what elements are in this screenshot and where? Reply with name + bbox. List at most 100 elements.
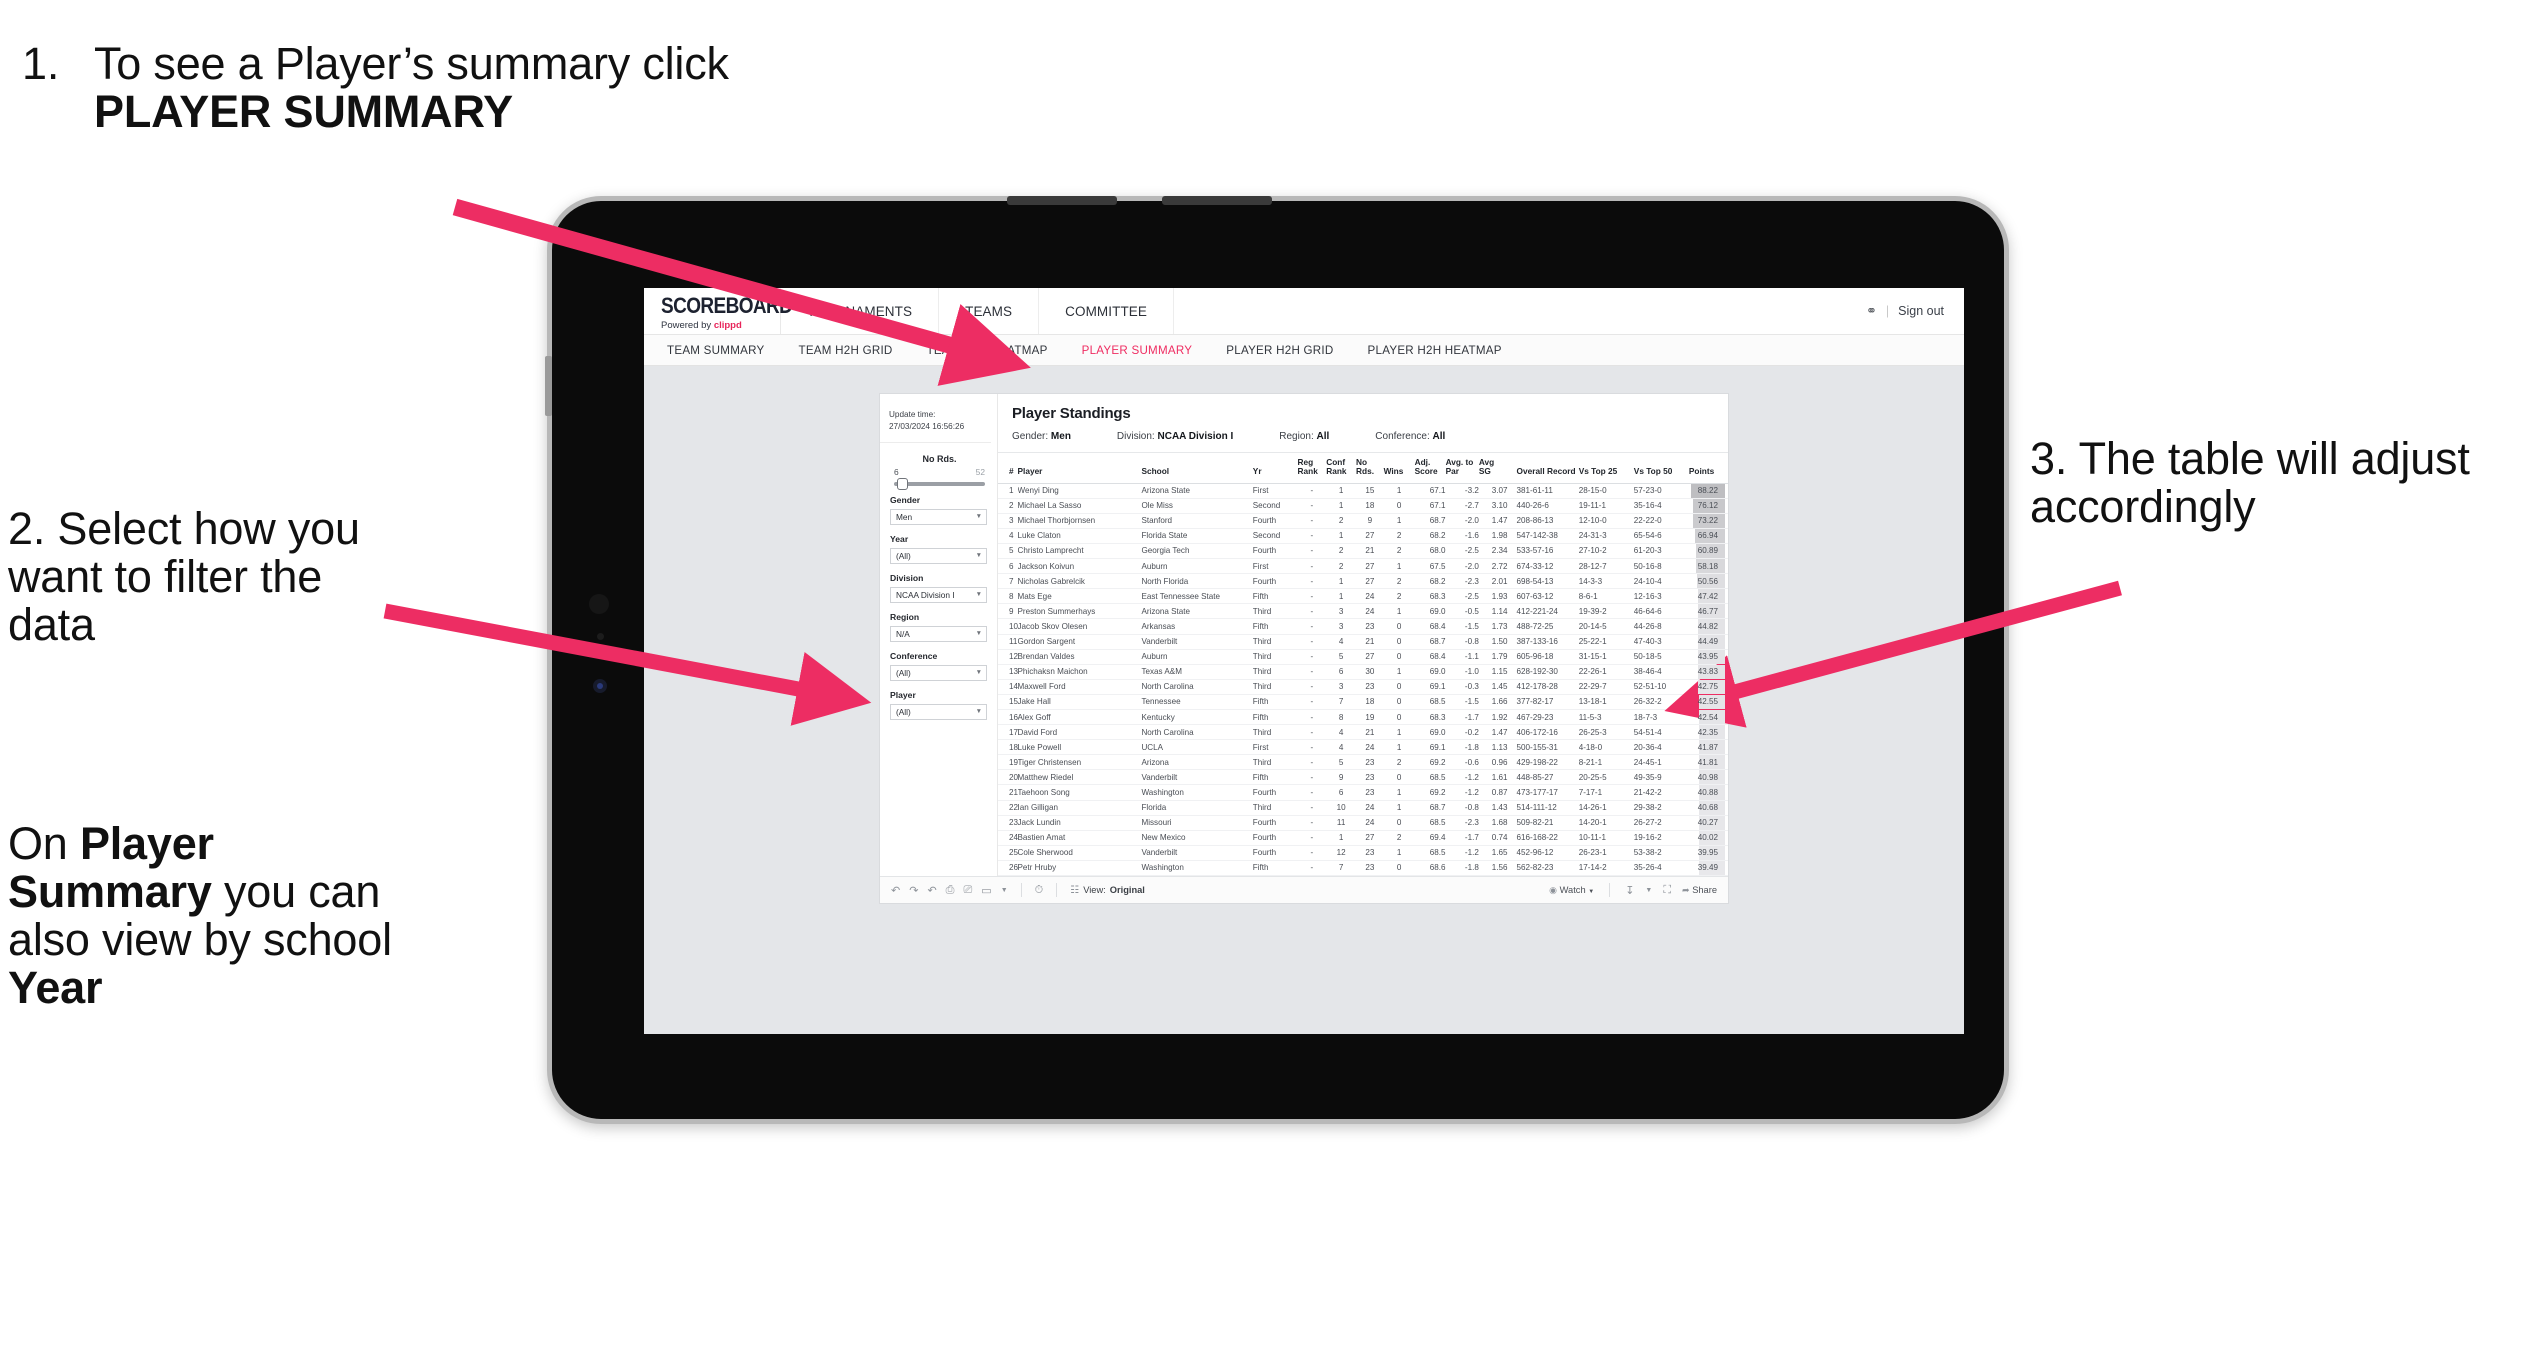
tablet-screen: SCOREBOARD Powered by clippd TOURNAMENTS… xyxy=(644,288,1964,1034)
tab-player-h2h-heatmap[interactable]: PLAYER H2H HEATMAP xyxy=(1368,344,1502,357)
undo-icon[interactable]: ↶ xyxy=(891,884,900,897)
table-row[interactable]: 5 Christo Lamprecht Georgia Tech Fourth -2 21… xyxy=(998,543,1728,560)
table-row[interactable]: 8 Mats Ege East Tennessee State Fifth -1 24 2 6… xyxy=(998,588,1728,605)
cell-points: 39.49 xyxy=(1688,860,1728,877)
table-row[interactable]: 15 Jake Hall Tennessee Fifth -7 18 0 68.5 -1.5 1.… xyxy=(998,694,1728,710)
slider-handle[interactable] xyxy=(897,477,908,490)
sign-out-link[interactable]: Sign out xyxy=(1898,304,1944,318)
table-row[interactable]: 26 Petr Hruby Washington Fifth -7 23 0 68.6 -1.8… xyxy=(998,860,1728,877)
table-row[interactable]: 1 Wenyi Ding Arizona State First -1 15 1 67.1 -3… xyxy=(998,483,1728,499)
revert-icon[interactable]: ↶ xyxy=(927,884,936,897)
col-avg-sg[interactable]: Avg SG xyxy=(1478,453,1508,484)
filter-gender-select[interactable]: Men ▼ xyxy=(890,508,987,525)
dashboard-icon[interactable]: ⏱ xyxy=(1035,884,1044,897)
table-row[interactable]: 9 Preston Summerhays Arizona State Third -3 2… xyxy=(998,603,1728,620)
table-row[interactable]: 23 Jack Lundin Missouri Fourth -11 24 0 68.5 -2.… xyxy=(998,815,1728,831)
nav-tournaments[interactable]: TOURNAMENTS xyxy=(781,288,940,334)
table-row[interactable]: 21 Taehoon Song Washington Fourth -6 23 1 69.2-… xyxy=(998,784,1728,801)
tab-team-h2h-heatmap[interactable]: TEAM H2H HEATMAP xyxy=(927,344,1048,357)
col-no-rds[interactable]: No Rds. xyxy=(1356,453,1384,484)
user-icon[interactable]: ⚭ xyxy=(1866,303,1877,319)
nav-committee[interactable]: COMMITTEE xyxy=(1039,288,1175,334)
table-row[interactable]: 14 Maxwell Ford North Carolina Third -3 23 0 69… xyxy=(998,679,1728,695)
col-points[interactable]: Points xyxy=(1688,453,1728,484)
table-row[interactable]: 17 David Ford North Carolina Third -4 21 1 69.0… xyxy=(998,724,1728,741)
table-row[interactable]: 16 Alex Goff Kentucky Fifth -8 19 0 68.3 -1.7 1.9… xyxy=(998,709,1728,726)
cell-vs-top-50: 50-18-5 xyxy=(1633,649,1689,665)
cell-vs-top-25: 19-39-2 xyxy=(1578,603,1634,620)
table-row[interactable]: 7 Nicholas Gabrelcik North Florida Fourth -1… xyxy=(998,573,1728,590)
cell-avg-sg: 1.98 xyxy=(1478,528,1508,544)
table-row[interactable]: 20 Matthew Riedel Vanderbilt Fifth -9 23 0 68.5… xyxy=(998,769,1728,786)
table-row[interactable]: 3 Michael Thorbjornsen Stanford Fourth -2 9 1 6… xyxy=(998,513,1728,529)
cell-no-rds: 23 xyxy=(1356,769,1384,786)
pause-icon[interactable]: ⎚ xyxy=(963,884,972,897)
filter-division-select[interactable]: NCAA Division I ▼ xyxy=(890,586,987,603)
cell-vs-top-25: 28-12-7 xyxy=(1578,558,1634,575)
table-row[interactable]: 6 Jackson Koivun Auburn First -2 27 1 67.5 -2.0 2… xyxy=(998,558,1728,575)
col-yr[interactable]: Yr xyxy=(1252,453,1298,484)
cell-vs-top-25: 4-18-0 xyxy=(1578,739,1634,756)
table-row[interactable]: 13 Phichaksn Maichon Texas A&M Third -6 30 1 69… xyxy=(998,664,1728,680)
applied-division-value: NCAA Division I xyxy=(1157,431,1234,442)
table-row[interactable]: 4 Luke Claton Florida State Second -1 27 2 68.2… xyxy=(998,528,1728,544)
cell-wins: 0 xyxy=(1383,649,1415,665)
nav-teams[interactable]: TEAMS xyxy=(939,288,1040,334)
table-row[interactable]: 12 Brendan Valdes Auburn Third -5 27 0 68.4 -1.1… xyxy=(998,649,1728,665)
tab-player-h2h-grid[interactable]: PLAYER H2H GRID xyxy=(1226,344,1333,357)
share-button[interactable]: ➦ Share xyxy=(1682,885,1717,896)
table-row[interactable]: 10 Jacob Skov Olesen Arkansas Fifth -3 23 0 68.… xyxy=(998,618,1728,635)
fullscreen-icon[interactable]: ⛶ xyxy=(1663,884,1671,897)
points-value: 39.49 xyxy=(1697,863,1718,873)
cell-wins: 0 xyxy=(1383,634,1415,650)
col-adj-score[interactable]: Adj. Score xyxy=(1414,453,1446,484)
refresh-icon[interactable]: ⎙ xyxy=(946,884,955,897)
cell-conf-rank: 12 xyxy=(1326,845,1357,861)
tab-team-summary[interactable]: TEAM SUMMARY xyxy=(667,344,764,357)
tab-team-h2h-grid[interactable]: TEAM H2H GRID xyxy=(798,344,892,357)
watch-button[interactable]: ◉ Watch ▼ xyxy=(1549,885,1594,896)
points-value: 42.75 xyxy=(1697,682,1718,692)
cell-conf-rank: 5 xyxy=(1326,649,1357,665)
table-row[interactable]: 25 Cole Sherwood Vanderbilt Fourth -12 23 1 68.… xyxy=(998,845,1728,861)
app-logo[interactable]: SCOREBOARD Powered by clippd xyxy=(644,288,793,334)
col-conf-rank[interactable]: Conf Rank xyxy=(1326,453,1357,484)
slider-track[interactable] xyxy=(894,477,985,490)
filter-player-select[interactable]: (All) ▼ xyxy=(890,703,987,720)
table-row[interactable]: 22 Ian Gilligan Florida Third -10 24 1 68.7 -0.8… xyxy=(998,800,1728,816)
col-avg-to-par[interactable]: Avg. to Par xyxy=(1445,453,1479,484)
points-value: 66.94 xyxy=(1697,531,1718,541)
col-wins[interactable]: Wins xyxy=(1383,453,1415,484)
table-row[interactable]: 19 Tiger Christensen Arizona Third -5 23 2 69.2… xyxy=(998,754,1728,771)
col-reg-rank[interactable]: Reg Rank xyxy=(1297,453,1327,484)
cell-player: Petr Hruby xyxy=(1017,860,1142,877)
table-row[interactable]: 11 Gordon Sargent Vanderbilt Third -4 21 0 68.7… xyxy=(998,634,1728,650)
col-player[interactable]: Player xyxy=(1017,453,1142,484)
cell-rank: 25 xyxy=(998,845,1018,861)
chevron-down-icon[interactable]: ▼ xyxy=(1001,887,1008,894)
col-rank[interactable]: # xyxy=(998,453,1018,484)
view-indicator[interactable]: ☷ View: Original xyxy=(1070,885,1145,896)
redo-icon[interactable]: ↷ xyxy=(909,884,918,897)
filter-year-select[interactable]: (All) ▼ xyxy=(890,547,987,564)
filter-region-select[interactable]: N/A ▼ xyxy=(890,625,987,642)
rectangle-select-icon[interactable]: ▭ xyxy=(981,884,991,897)
table-row[interactable]: 2 Michael La Sasso Ole Miss Second -1 18 0 67.1… xyxy=(998,498,1728,514)
download-icon[interactable]: ↧ xyxy=(1625,884,1634,897)
col-school[interactable]: School xyxy=(1141,453,1253,484)
tab-player-summary[interactable]: PLAYER SUMMARY xyxy=(1082,344,1193,357)
cell-player: David Ford xyxy=(1017,724,1142,741)
chevron-down-icon[interactable]: ▼ xyxy=(1645,887,1652,894)
secondary-nav: TEAM SUMMARY TEAM H2H GRID TEAM H2H HEAT… xyxy=(644,335,1964,366)
cell-points: 39.95 xyxy=(1688,845,1728,861)
table-row[interactable]: 18 Luke Powell UCLA First -4 24 1 69.1 -1.8 1.13 5… xyxy=(998,739,1728,756)
col-overall-record[interactable]: Overall Record xyxy=(1507,453,1579,484)
cell-school: New Mexico xyxy=(1141,830,1253,846)
points-value: 42.55 xyxy=(1697,697,1718,707)
slider-title: No Rds. xyxy=(922,453,957,464)
col-vs-top-50[interactable]: Vs Top 50 xyxy=(1633,453,1689,484)
col-vs-top-25[interactable]: Vs Top 25 xyxy=(1578,453,1634,484)
cell-wins: 1 xyxy=(1383,513,1415,529)
table-row[interactable]: 24 Bastien Amat New Mexico Fourth -1 27 2 69.4-… xyxy=(998,830,1728,846)
filter-conference-select[interactable]: (All) ▼ xyxy=(890,664,987,681)
